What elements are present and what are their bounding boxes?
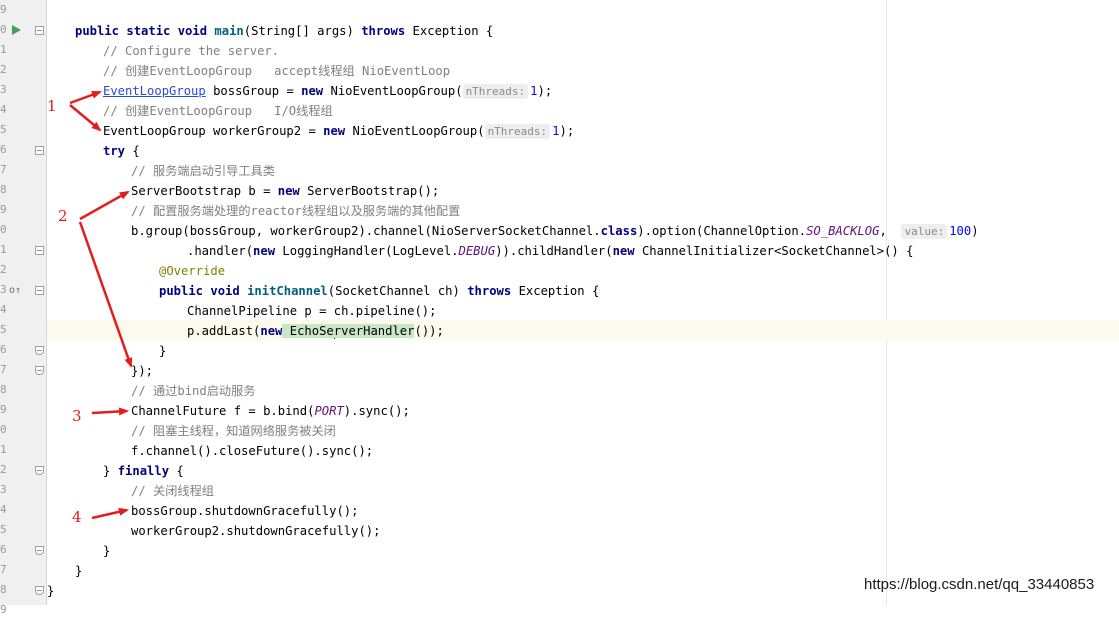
arrow-1a (69, 90, 102, 105)
arrow-3 (91, 407, 129, 416)
annotation-label-4: 4 (72, 508, 82, 526)
arrow-2a (79, 190, 130, 221)
annotation-arrows (69, 90, 133, 520)
annotation-label-1: 1 (47, 97, 57, 115)
arrow-4 (91, 507, 129, 520)
arrow-1b (69, 104, 102, 132)
annotation-label-2: 2 (58, 207, 68, 225)
watermark: https://blog.csdn.net/qq_33440853 (864, 576, 1095, 593)
annotation-label-3: 3 (72, 407, 82, 425)
arrow-2b (78, 221, 133, 368)
